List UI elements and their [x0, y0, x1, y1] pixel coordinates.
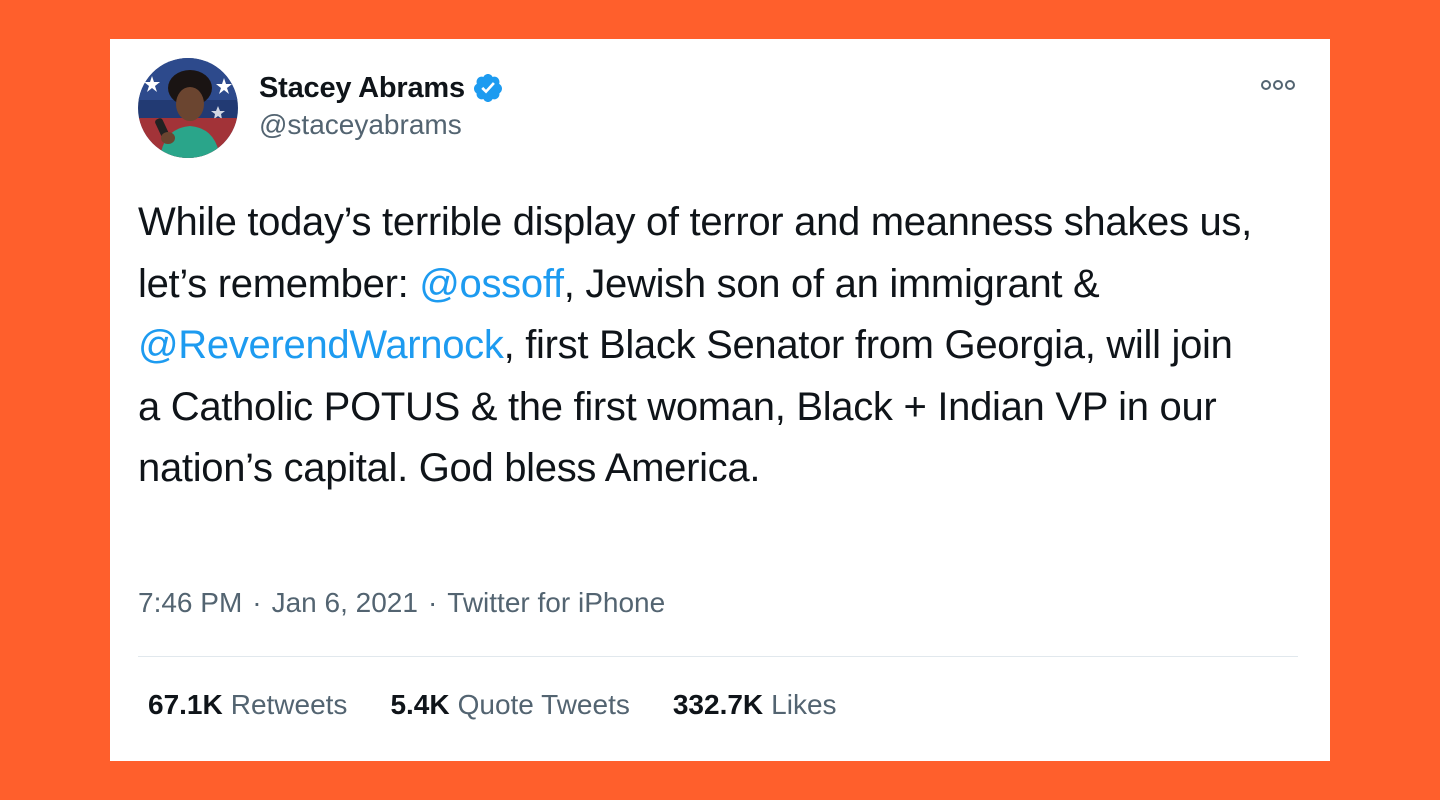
divider [138, 656, 1298, 657]
quote-tweets-label: Quote Tweets [457, 689, 630, 720]
likes-count: 332.7K [672, 689, 764, 720]
retweets-label: Retweets [230, 689, 348, 720]
tweet-stats: 67.1K Retweets 5.4K Quote Tweets 332.7K Lik… [148, 689, 880, 721]
avatar-photo-icon [138, 58, 238, 158]
tweet-metadata: 7:46 PM · Jan 6, 2021 · Twitter for iPho… [138, 587, 665, 619]
meta-separator: · [427, 587, 438, 618]
more-options-icon[interactable] [1258, 75, 1298, 95]
verified-badge-icon [472, 72, 504, 104]
tweet-card: Stacey Abrams @staceyabrams While today’… [110, 39, 1330, 761]
retweets-stat[interactable]: 67.1K Retweets [148, 689, 347, 721]
meta-separator: · [252, 587, 262, 618]
retweets-count: 67.1K [148, 689, 223, 720]
author-handle[interactable]: @staceyabrams [259, 109, 462, 141]
author-avatar[interactable] [138, 58, 238, 158]
tweet-source[interactable]: Twitter for iPhone [447, 587, 665, 619]
likes-stat[interactable]: 332.7K Likes [673, 689, 837, 721]
quote-tweets-count: 5.4K [390, 689, 450, 720]
author-display-name[interactable]: Stacey Abrams [259, 72, 465, 105]
tweet-text-segment: , Jewish son of an immigrant & [563, 261, 1100, 306]
tweet-text: While today’s terrible display of terror… [138, 192, 1258, 500]
mention-link-ossoff[interactable]: @ossoff [419, 262, 564, 306]
likes-label: Likes [771, 689, 837, 720]
author-name-row: Stacey Abrams [259, 70, 504, 106]
tweet-date[interactable]: Jan 6, 2021 [272, 587, 418, 619]
tweet-time[interactable]: 7:46 PM [138, 587, 242, 619]
mention-link-reverendwarnock[interactable]: @ReverendWarnock [138, 323, 504, 367]
quote-tweets-stat[interactable]: 5.4K Quote Tweets [390, 689, 629, 721]
